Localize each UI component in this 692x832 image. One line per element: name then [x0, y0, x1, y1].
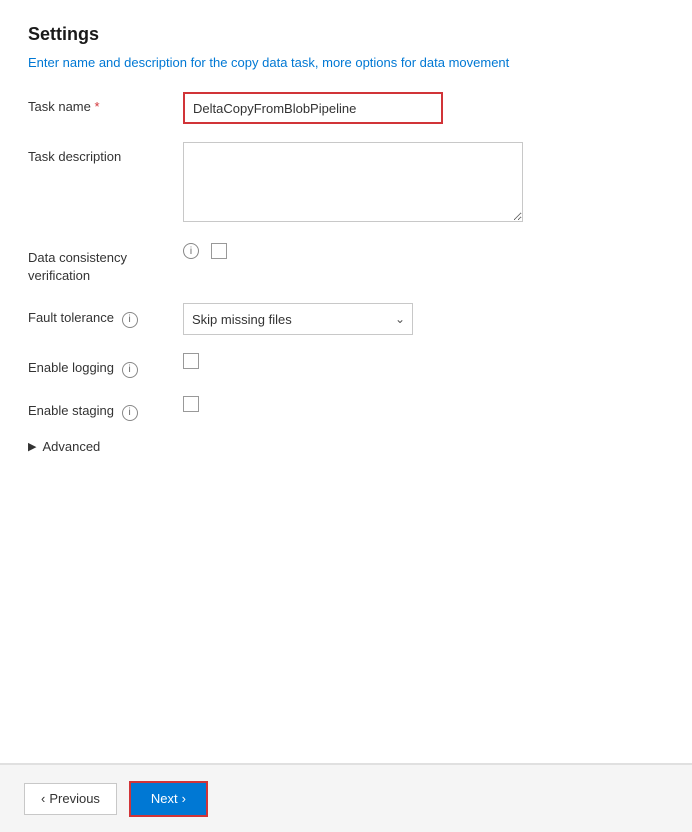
enable-staging-checkbox[interactable]: [183, 396, 199, 412]
task-name-wrapper: [183, 92, 664, 124]
fault-tolerance-select[interactable]: Skip missing files Fail the activity Ign…: [183, 303, 413, 335]
enable-logging-info-icon[interactable]: i: [122, 362, 138, 378]
advanced-section[interactable]: ▶ Advanced: [28, 439, 664, 454]
task-name-input[interactable]: [183, 92, 443, 124]
task-description-wrapper: [183, 142, 664, 225]
page-description[interactable]: Enter name and description for the copy …: [28, 55, 664, 70]
footer: ‹ Previous Next ›: [0, 764, 692, 832]
data-consistency-info-icon[interactable]: i: [183, 243, 199, 259]
required-indicator: *: [95, 99, 100, 114]
previous-label: Previous: [49, 791, 100, 806]
enable-staging-wrapper: [183, 396, 664, 412]
main-content: Settings Enter name and description for …: [0, 0, 692, 764]
enable-logging-row: Enable logging i: [28, 353, 664, 378]
enable-staging-row: Enable staging i: [28, 396, 664, 421]
enable-staging-info-icon[interactable]: i: [122, 405, 138, 421]
data-consistency-label: Data consistency verification: [28, 243, 183, 285]
advanced-label: Advanced: [42, 439, 100, 454]
next-button[interactable]: Next ›: [129, 781, 208, 817]
data-consistency-checkbox[interactable]: [211, 243, 227, 259]
next-icon: ›: [182, 791, 186, 806]
enable-staging-label: Enable staging i: [28, 396, 183, 421]
task-name-row: Task name *: [28, 92, 664, 124]
data-consistency-row: Data consistency verification i: [28, 243, 664, 285]
advanced-chevron-icon: ▶: [28, 440, 36, 453]
task-description-label: Task description: [28, 142, 183, 166]
page-title: Settings: [28, 24, 664, 45]
enable-logging-label: Enable logging i: [28, 353, 183, 378]
fault-tolerance-select-wrapper: Skip missing files Fail the activity Ign…: [183, 303, 413, 335]
task-name-label: Task name *: [28, 92, 183, 116]
fault-tolerance-row: Fault tolerance i Skip missing files Fai…: [28, 303, 664, 335]
next-label: Next: [151, 791, 178, 806]
data-consistency-wrapper: i: [183, 243, 664, 259]
fault-tolerance-label: Fault tolerance i: [28, 303, 183, 328]
previous-button[interactable]: ‹ Previous: [24, 783, 117, 815]
previous-icon: ‹: [41, 791, 45, 806]
enable-logging-wrapper: [183, 353, 664, 369]
task-description-row: Task description: [28, 142, 664, 225]
fault-tolerance-wrapper: Skip missing files Fail the activity Ign…: [183, 303, 664, 335]
task-description-textarea[interactable]: [183, 142, 523, 222]
enable-logging-checkbox[interactable]: [183, 353, 199, 369]
fault-tolerance-info-icon[interactable]: i: [122, 312, 138, 328]
